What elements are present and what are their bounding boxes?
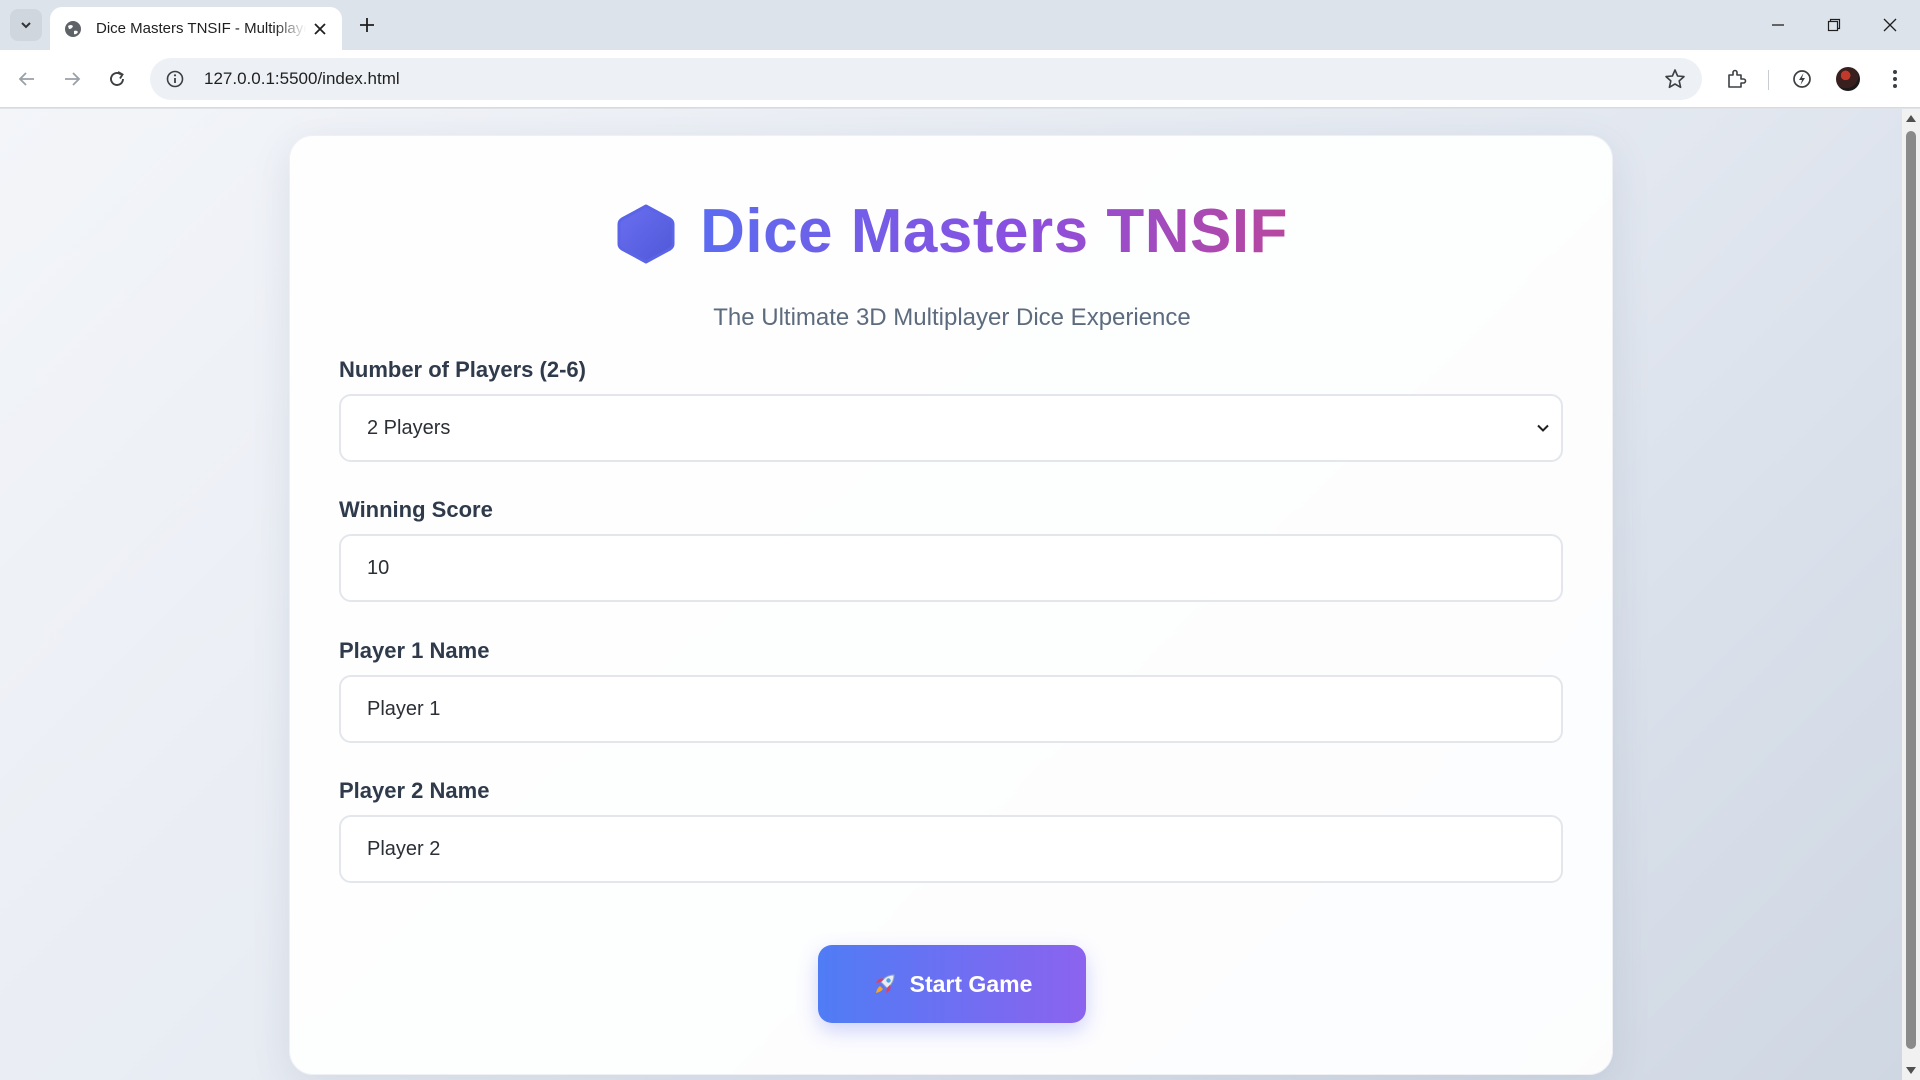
- globe-icon: [65, 20, 81, 37]
- minimize-icon: [1772, 24, 1784, 26]
- forward-button[interactable]: [55, 62, 89, 96]
- start-game-label: Start Game: [909, 970, 1033, 997]
- players-select[interactable]: 2 Players: [339, 394, 1563, 462]
- players-label: Number of Players (2-6): [339, 357, 586, 382]
- reload-icon: [110, 71, 124, 86]
- player2-name-input[interactable]: Player 2: [339, 815, 1563, 883]
- title-row: Dice Masters TNSIF: [290, 196, 1614, 267]
- tab-search-icon: [21, 22, 31, 29]
- reload-button[interactable]: [100, 62, 134, 96]
- winning-score-value: 10: [367, 556, 390, 579]
- player1-name-label: Player 1 Name: [339, 638, 490, 663]
- close-icon: [1883, 18, 1897, 32]
- scroll-up-arrow[interactable]: [1906, 115, 1916, 122]
- forward-icon: [65, 72, 81, 86]
- plus-icon: [360, 18, 374, 32]
- tab-search-button[interactable]: [10, 9, 42, 41]
- tab-title: Dice Masters TNSIF - Multiplayer: [96, 20, 306, 37]
- rocket-icon: [875, 974, 895, 993]
- player2-name-value: Player 2: [367, 837, 441, 860]
- active-tab[interactable]: Dice Masters TNSIF - Multiplayer: [50, 7, 342, 50]
- performance-icon: [1793, 70, 1811, 88]
- player1-name-input[interactable]: Player 1: [339, 675, 1563, 743]
- site-info-button[interactable]: [164, 68, 186, 90]
- back-button[interactable]: [10, 62, 44, 96]
- back-icon: [18, 72, 34, 86]
- restore-button[interactable]: [1806, 0, 1862, 50]
- browser-toolbar: 127.0.0.1:5500/index.html: [0, 50, 1920, 108]
- winning-score-label: Winning Score: [339, 497, 493, 522]
- start-game-button[interactable]: Start Game: [818, 945, 1086, 1023]
- player2-name-label: Player 2 Name: [339, 778, 490, 803]
- url-text: 127.0.0.1:5500/index.html: [204, 69, 400, 88]
- minimize-button[interactable]: [1750, 0, 1806, 50]
- page-subtitle: The Ultimate 3D Multiplayer Dice Experie…: [713, 304, 1191, 331]
- info-icon: [166, 70, 184, 88]
- page-title: Dice Masters TNSIF: [700, 197, 1288, 266]
- page-viewport: Dice Masters TNSIF The Ultimate 3D Multi…: [0, 109, 1902, 1080]
- chrome-menu-button[interactable]: [1880, 64, 1910, 94]
- winning-score-input[interactable]: 10: [339, 534, 1563, 602]
- star-icon[interactable]: [1664, 68, 1686, 90]
- close-icon: [314, 22, 326, 35]
- scrollbar-thumb[interactable]: [1906, 131, 1916, 1049]
- scroll-down-arrow[interactable]: [1906, 1067, 1916, 1074]
- chevron-down-icon: [1537, 424, 1549, 432]
- extensions-icon: [1728, 69, 1747, 88]
- toolbar-divider: [1768, 70, 1769, 90]
- extensions-button[interactable]: [1721, 64, 1751, 94]
- new-tab-button[interactable]: [354, 12, 380, 38]
- tab-close-button[interactable]: [310, 19, 330, 39]
- kebab-menu-icon: [1893, 70, 1897, 88]
- player1-name-value: Player 1: [367, 697, 441, 720]
- players-select-value: 2 Players: [367, 416, 451, 439]
- restore-icon: [1827, 18, 1841, 32]
- hexagon-die-icon: [617, 204, 675, 263]
- window-close-button[interactable]: [1862, 0, 1918, 50]
- tab-strip: Dice Masters TNSIF - Multiplayer: [0, 0, 1920, 50]
- profile-avatar[interactable]: [1836, 67, 1860, 91]
- performance-button[interactable]: [1787, 64, 1817, 94]
- page-scrollbar[interactable]: [1902, 109, 1920, 1080]
- setup-card: Dice Masters TNSIF The Ultimate 3D Multi…: [289, 135, 1613, 1075]
- address-bar[interactable]: 127.0.0.1:5500/index.html: [150, 58, 1702, 100]
